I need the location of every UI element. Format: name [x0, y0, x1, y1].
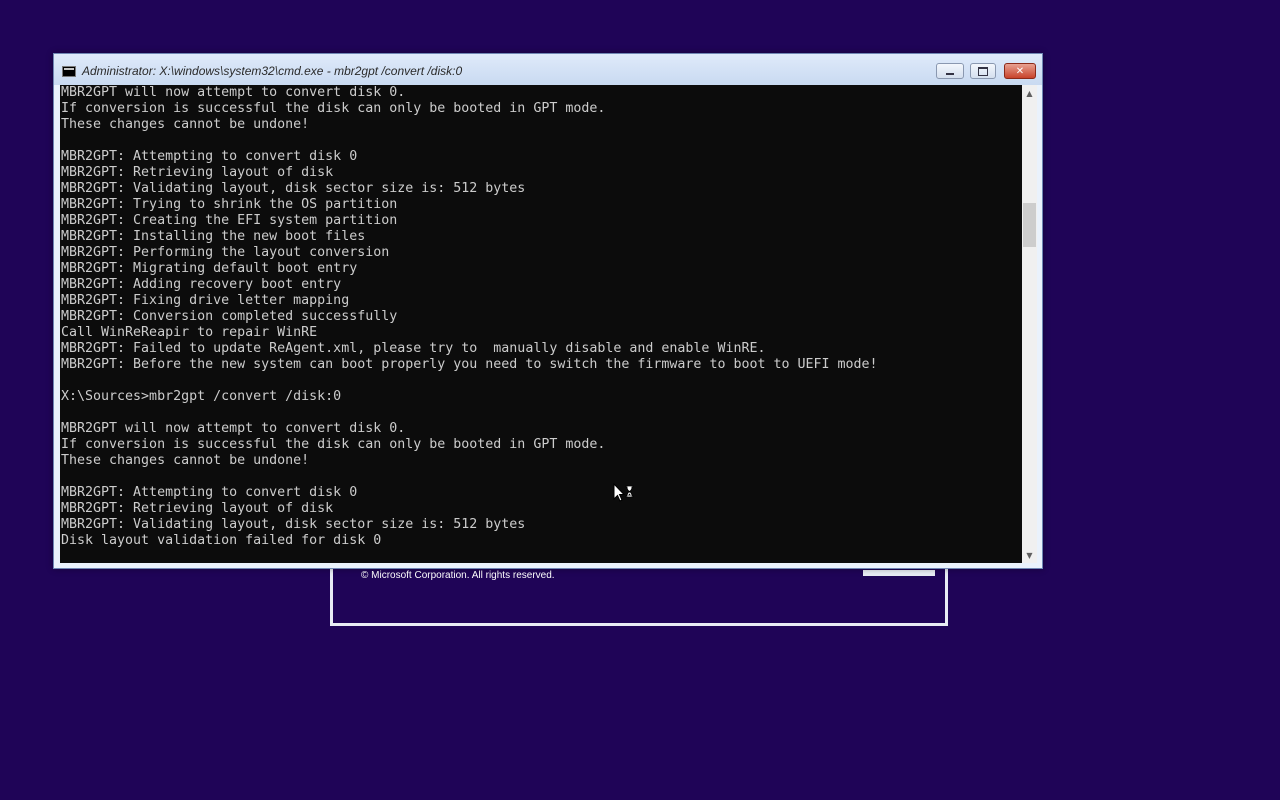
console-line: X:\Sources>mbr2gpt /convert /disk:0 — [61, 389, 342, 404]
cmd-titlebar[interactable]: Administrator: X:\windows\system32\cmd.e… — [54, 54, 1042, 85]
console-line: MBR2GPT: Fixing drive letter mapping — [61, 293, 350, 308]
console-line: MBR2GPT: Adding recovery boot entry — [61, 277, 342, 292]
console-line: MBR2GPT: Retrieving layout of disk — [61, 501, 334, 516]
console-line: If conversion is successful the disk can… — [61, 437, 606, 452]
console-line: MBR2GPT will now attempt to convert disk… — [61, 421, 406, 436]
maximize-button[interactable] — [970, 63, 996, 79]
console-line: MBR2GPT: Creating the EFI system partiti… — [61, 213, 398, 228]
console-line: MBR2GPT: Attempting to convert disk 0 — [61, 149, 358, 164]
console-line: MBR2GPT: Validating layout, disk sector … — [61, 181, 526, 196]
console-output[interactable]: MBR2GPT will now attempt to convert disk… — [60, 85, 1022, 563]
console-line: MBR2GPT: Installing the new boot files — [61, 229, 366, 244]
chevron-down-icon: ▼ — [1026, 550, 1033, 560]
window-title: Administrator: X:\windows\system32\cmd.e… — [82, 64, 463, 78]
busy-cursor-icon — [613, 483, 634, 502]
close-button[interactable]: ✕ — [1004, 63, 1036, 79]
setup-next-button[interactable] — [863, 570, 935, 576]
setup-copyright-text: © Microsoft Corporation. All rights rese… — [361, 570, 555, 581]
console-line: MBR2GPT: Failed to update ReAgent.xml, p… — [61, 341, 766, 356]
console-line: Disk layout validation failed for disk 0 — [61, 533, 382, 548]
scroll-thumb[interactable] — [1023, 203, 1036, 247]
console-line: MBR2GPT: Validating layout, disk sector … — [61, 517, 526, 532]
command-prompt-icon[interactable] — [62, 66, 76, 77]
console-line: If conversion is successful the disk can… — [61, 101, 606, 116]
console-line: MBR2GPT: Migrating default boot entry — [61, 261, 358, 276]
console-line: These changes cannot be undone! — [61, 117, 310, 132]
console-line: MBR2GPT: Trying to shrink the OS partiti… — [61, 197, 398, 212]
cmd-window: Administrator: X:\windows\system32\cmd.e… — [53, 53, 1043, 569]
vertical-scrollbar[interactable]: ▲ ▼ — [1022, 85, 1037, 563]
minimize-button[interactable] — [936, 63, 964, 79]
console-line: MBR2GPT: Conversion completed successful… — [61, 309, 398, 324]
console-line: Call WinReReapir to repair WinRE — [61, 325, 318, 340]
console-line: MBR2GPT: Performing the layout conversio… — [61, 245, 390, 260]
scroll-down-button[interactable]: ▼ — [1022, 547, 1037, 563]
maximize-icon — [978, 66, 988, 76]
console-line: MBR2GPT: Retrieving layout of disk — [61, 165, 334, 180]
console-line: MBR2GPT: Attempting to convert disk 0 — [61, 485, 358, 500]
scroll-up-button[interactable]: ▲ — [1022, 85, 1037, 101]
chevron-up-icon: ▲ — [1026, 88, 1033, 98]
console-line: MBR2GPT: Before the new system can boot … — [61, 357, 878, 372]
console-line: MBR2GPT will now attempt to convert disk… — [61, 85, 406, 100]
console-line: These changes cannot be undone! — [61, 453, 310, 468]
close-icon: ✕ — [1015, 65, 1025, 77]
minimize-icon — [946, 72, 954, 75]
